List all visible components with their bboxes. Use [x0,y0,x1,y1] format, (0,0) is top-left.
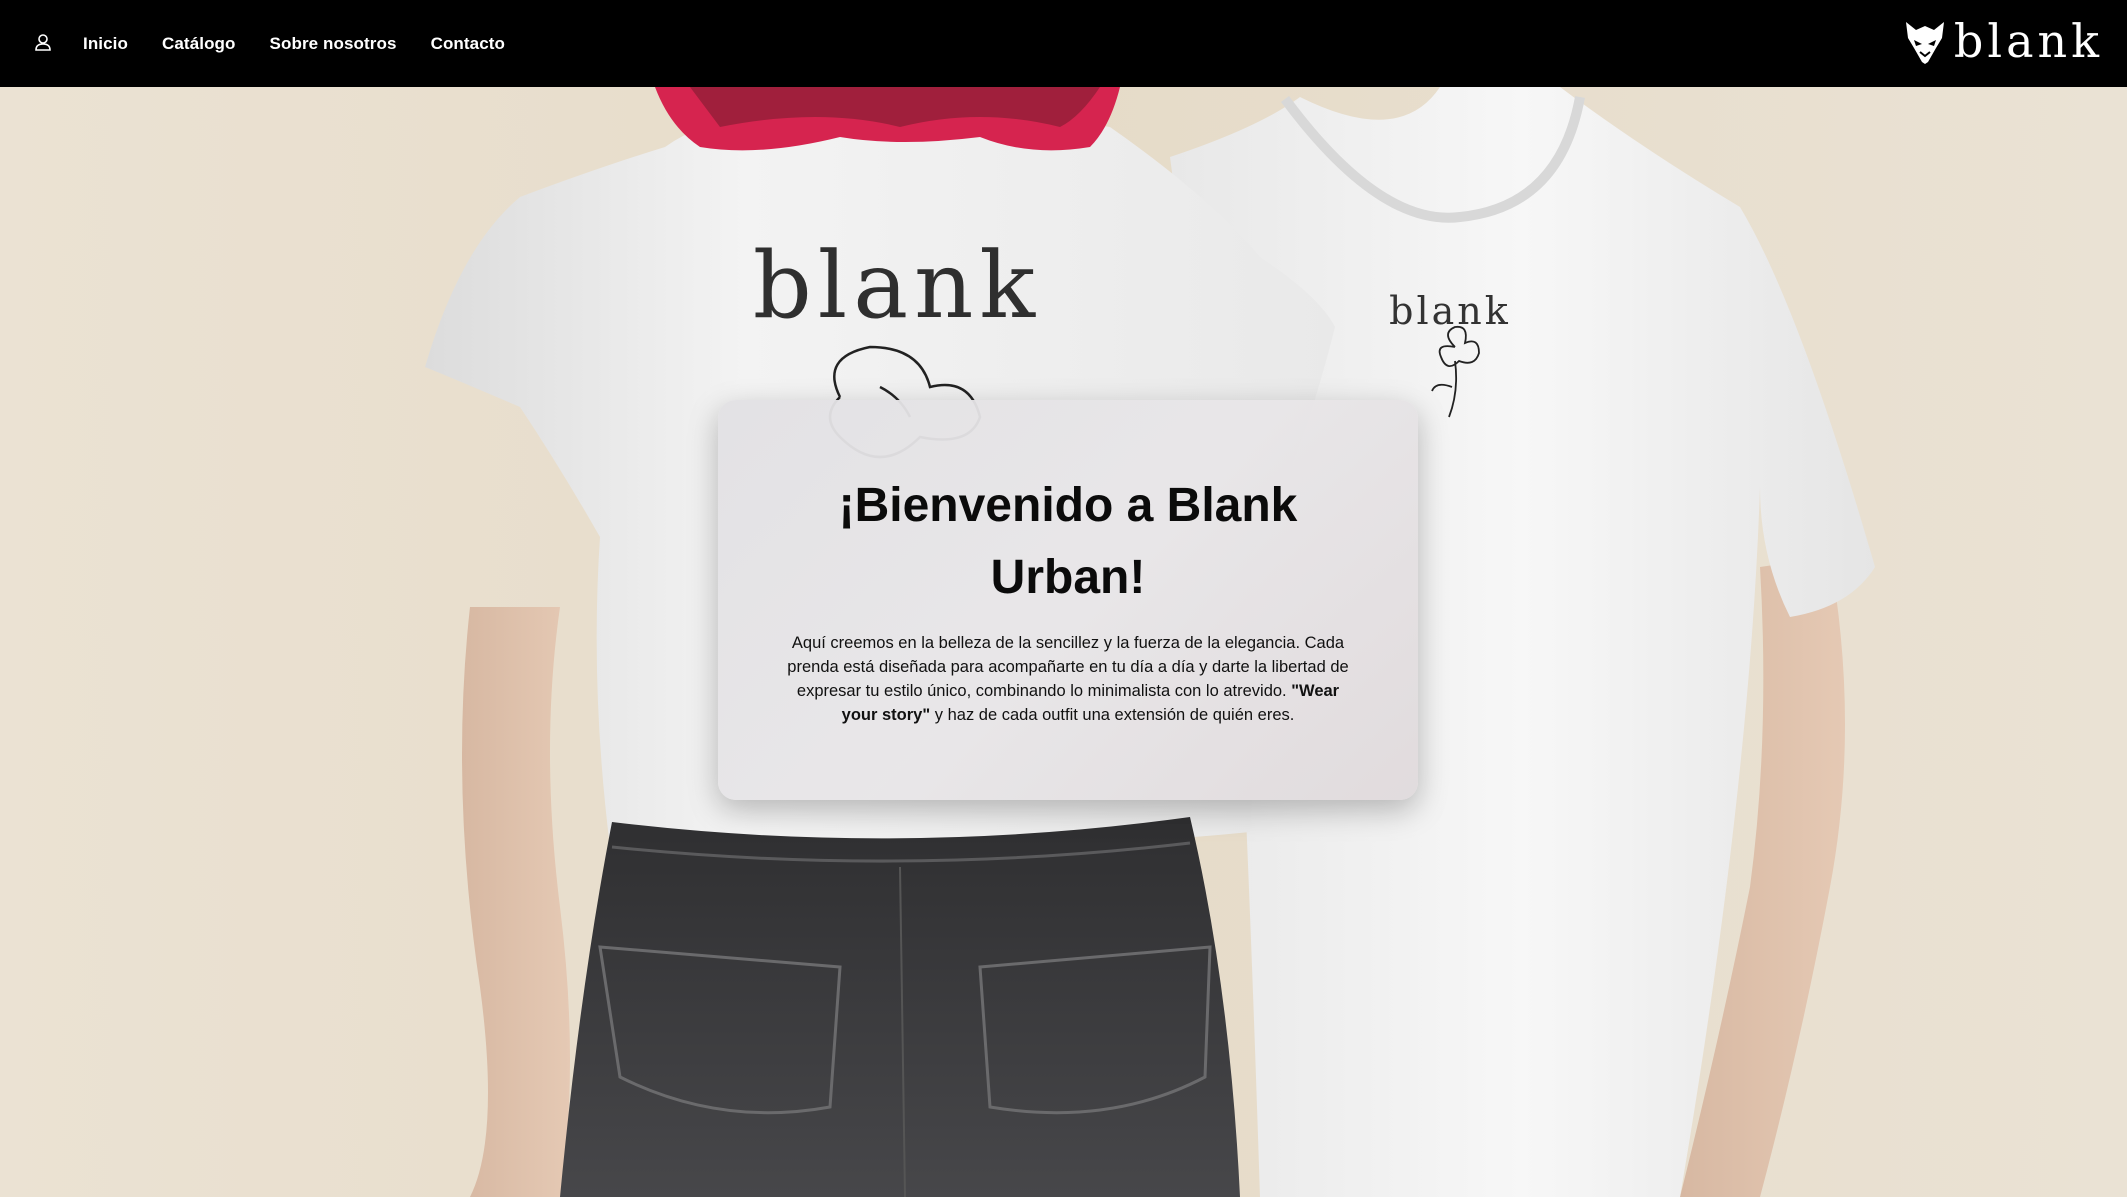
nav-link-inicio[interactable]: Inicio [83,34,128,54]
welcome-text-intro: Aquí creemos en la belleza de la sencill… [787,634,1349,700]
nav-link-catalogo[interactable]: Catálogo [162,34,236,54]
nav-link-sobre-nosotros[interactable]: Sobre nosotros [270,34,397,54]
shirt-print-right: blank [1389,289,1511,333]
user-icon[interactable] [33,33,53,53]
top-navbar: Inicio Catálogo Sobre nosotros Contacto … [0,0,2127,87]
welcome-text-outro: y haz de cada outfit una extensión de qu… [930,706,1295,724]
fox-head-logo-icon [1905,22,1944,64]
welcome-card: ¡Bienvenido a Blank Urban! Aquí creemos … [718,400,1418,800]
main-nav: Inicio Catálogo Sobre nosotros Contacto [83,0,539,87]
brand-logo[interactable]: blank [1904,16,2103,66]
shirt-print-left: blank [753,232,1041,339]
welcome-title: ¡Bienvenido a Blank Urban! [838,479,1298,604]
nav-link-contacto[interactable]: Contacto [431,34,505,54]
welcome-text: Aquí creemos en la belleza de la sencill… [778,631,1358,727]
logo-text: blank [1953,14,2103,68]
